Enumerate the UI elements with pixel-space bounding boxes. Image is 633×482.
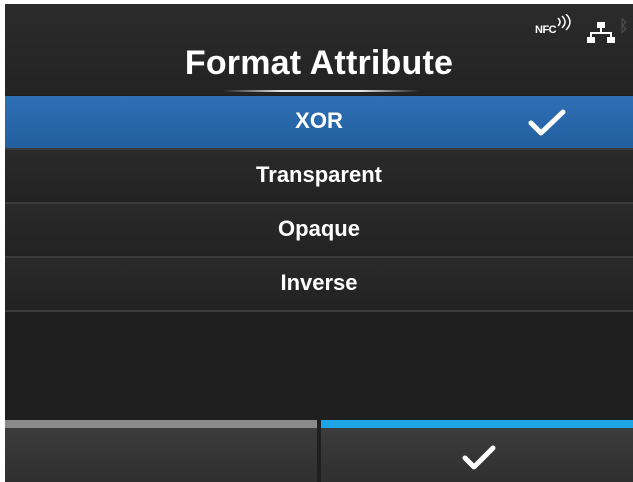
option-opaque[interactable]: Opaque: [5, 204, 633, 258]
option-label: Transparent: [256, 162, 382, 187]
page-title: Format Attribute: [184, 44, 454, 82]
option-xor[interactable]: XOR: [5, 96, 633, 150]
title-underline: [223, 90, 419, 92]
printer-screen: Format Attribute NFC ᛒ XOR Transparent O…: [5, 4, 633, 482]
header-bar: Format Attribute NFC ᛒ: [5, 4, 633, 95]
checkmark-icon: [462, 445, 496, 470]
nfc-icon: [557, 14, 571, 31]
bluetooth-icon: ᛒ: [619, 18, 629, 35]
back-button[interactable]: [5, 420, 317, 482]
option-transparent[interactable]: Transparent: [5, 150, 633, 204]
footer-bar: [5, 420, 633, 482]
nfc-icon-label: NFC: [535, 24, 557, 36]
option-list: XOR Transparent Opaque Inverse: [5, 96, 633, 312]
confirm-button[interactable]: [321, 420, 633, 482]
option-label: Opaque: [278, 216, 360, 241]
checkmark-icon: [528, 109, 566, 136]
option-label: Inverse: [280, 270, 358, 295]
option-inverse[interactable]: Inverse: [5, 258, 633, 312]
network-icon: [587, 22, 615, 43]
